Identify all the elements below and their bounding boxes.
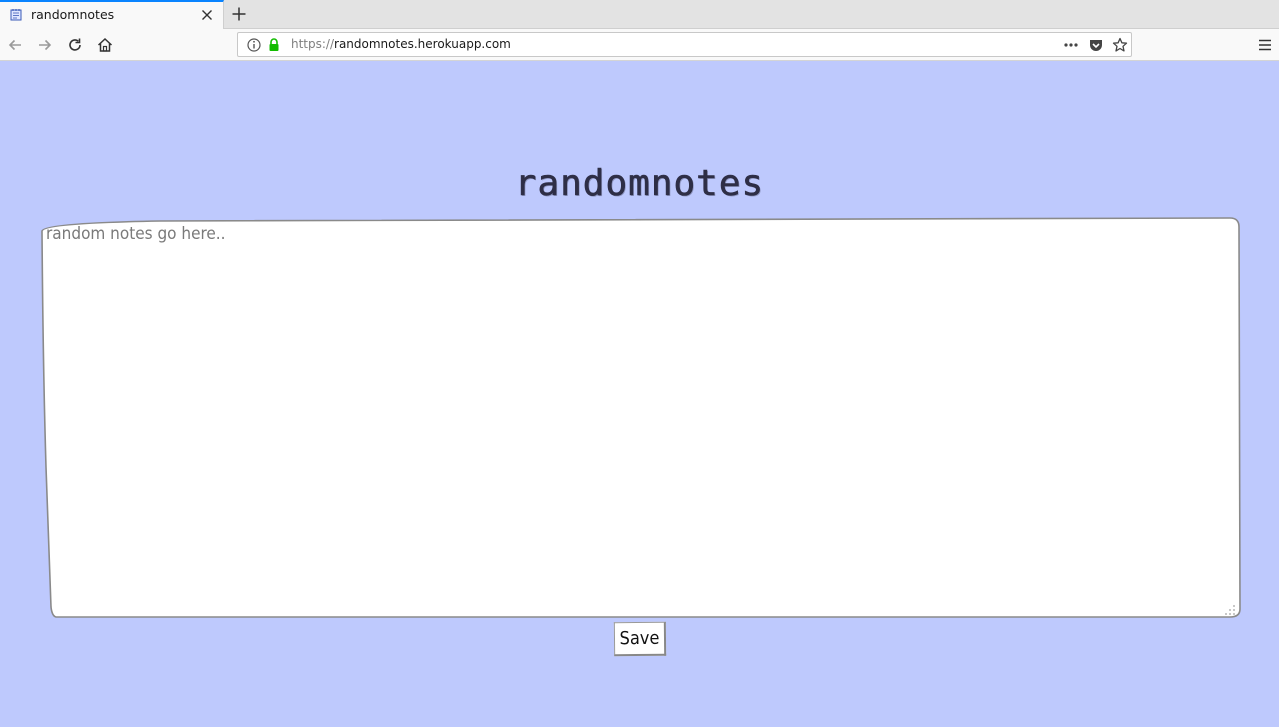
lock-icon[interactable] xyxy=(266,37,282,53)
new-tab-icon[interactable] xyxy=(231,6,247,22)
save-button[interactable]: Save xyxy=(613,621,667,657)
back-icon[interactable] xyxy=(6,36,24,54)
url-host: randomnotes.herokuapp.com xyxy=(334,37,511,51)
notepad-icon xyxy=(10,9,22,21)
menu-icon[interactable] xyxy=(1256,36,1274,54)
info-icon[interactable] xyxy=(246,37,262,53)
tab-title: randomnotes xyxy=(31,7,115,22)
address-bar[interactable]: https://randomnotes.herokuapp.com xyxy=(237,32,1132,57)
notes-container xyxy=(40,217,1241,619)
page-title: randomnotes xyxy=(514,163,765,205)
reload-icon[interactable] xyxy=(66,36,84,54)
active-tab[interactable]: randomnotes xyxy=(0,0,224,29)
url-scheme: https:// xyxy=(291,37,335,51)
bookmark-star-icon[interactable] xyxy=(1112,37,1128,53)
home-icon[interactable] xyxy=(96,36,114,54)
forward-icon[interactable] xyxy=(36,36,54,54)
notes-textarea[interactable] xyxy=(44,220,1238,616)
tab-strip: randomnotes xyxy=(0,0,1279,29)
navigation-toolbar: https://randomnotes.herokuapp.com xyxy=(0,29,1279,61)
page-actions-icon[interactable] xyxy=(1063,37,1079,53)
url-text[interactable]: https://randomnotes.herokuapp.com xyxy=(291,37,511,51)
pocket-icon[interactable] xyxy=(1088,37,1104,53)
close-tab-icon[interactable] xyxy=(199,7,215,23)
